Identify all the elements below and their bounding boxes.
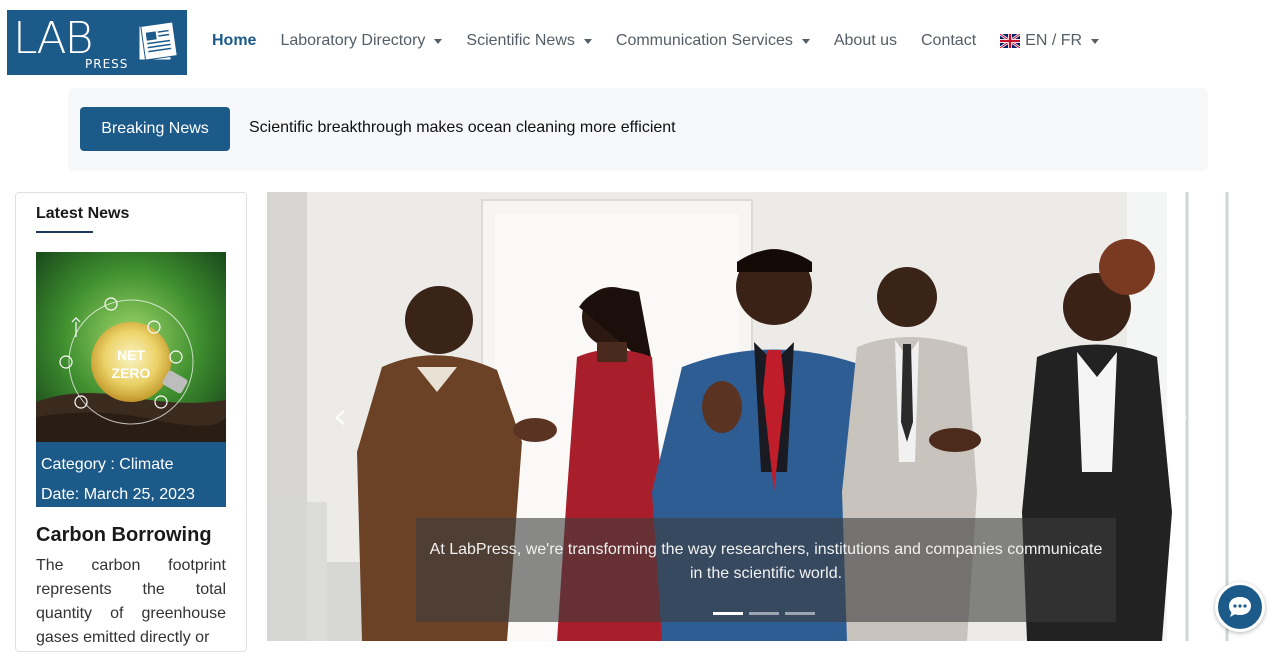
logo-letters: LAB [13, 12, 93, 64]
newspaper-icon [138, 22, 178, 61]
carousel-prev-button[interactable]: ‹ [330, 397, 350, 437]
chat-button[interactable] [1215, 582, 1265, 632]
carousel-indicator-2[interactable] [749, 612, 779, 615]
news-card-meta: Category : Climate Date: March 25, 2023 [36, 442, 226, 507]
breaking-news-button[interactable]: Breaking News [80, 107, 230, 151]
hero-carousel: ‹ › At LabPress, we're transforming the … [267, 192, 1260, 641]
language-label: EN / FR [1025, 32, 1083, 49]
main-nav: Home Laboratory Directory Scientific New… [200, 28, 1111, 54]
chat-bubble-icon [1229, 597, 1251, 617]
news-card-category: Category : Climate [41, 456, 174, 473]
carousel-caption: At LabPress, we're transforming the way … [416, 518, 1116, 622]
nav-communication-services[interactable]: Communication Services [604, 32, 822, 50]
image-text-net: NET [117, 347, 145, 363]
latest-news-title: Latest News [36, 205, 130, 222]
chevron-down-icon [583, 38, 592, 44]
language-switcher[interactable]: EN / FR [988, 32, 1111, 50]
nav-scientific-news[interactable]: Scientific News [454, 32, 603, 50]
uk-flag-icon [1000, 34, 1021, 48]
nav-about-label: About us [833, 32, 897, 49]
nav-about[interactable]: About us [822, 32, 909, 50]
nav-contact[interactable]: Contact [909, 32, 988, 50]
chevron-down-icon [801, 38, 810, 44]
nav-home-label: Home [212, 32, 257, 49]
navbar: LAB PRESS Home Laboratory Directory Scie… [0, 0, 1279, 82]
nav-scientific-news-label: Scientific News [466, 32, 575, 49]
news-card-image[interactable]: NET ZERO [36, 252, 226, 442]
carousel-indicator-1[interactable] [713, 612, 743, 615]
labpress-logo[interactable]: LAB PRESS [7, 10, 187, 75]
news-card-description: The carbon footprint represents the tota… [36, 557, 226, 646]
carousel-indicator-3[interactable] [785, 612, 815, 615]
news-card-title[interactable]: Carbon Borrowing [36, 524, 212, 547]
title-underline [36, 231, 93, 233]
net-zero-bulb-illustration: NET ZERO [36, 252, 226, 442]
breaking-news-bar: Breaking News Scientific breakthrough ma… [68, 88, 1208, 171]
carousel-indicators [713, 612, 815, 615]
chevron-down-icon [434, 38, 443, 44]
nav-laboratory-directory[interactable]: Laboratory Directory [268, 32, 454, 50]
nav-home[interactable]: Home [200, 32, 268, 50]
news-card-date: Date: March 25, 2023 [41, 486, 195, 503]
chevron-down-icon [1091, 38, 1100, 44]
breaking-news-headline[interactable]: Scientific breakthrough makes ocean clea… [249, 119, 676, 137]
carousel-next-button[interactable]: › [1172, 397, 1192, 437]
nav-laboratory-directory-label: Laboratory Directory [280, 32, 426, 49]
nav-contact-label: Contact [921, 32, 977, 49]
logo-subtitle: PRESS [85, 57, 129, 71]
latest-news-sidebar: Latest News NET ZERO Category: Climate … [15, 192, 247, 652]
image-text-zero: ZERO [112, 365, 151, 381]
nav-communication-services-label: Communication Services [615, 32, 793, 49]
